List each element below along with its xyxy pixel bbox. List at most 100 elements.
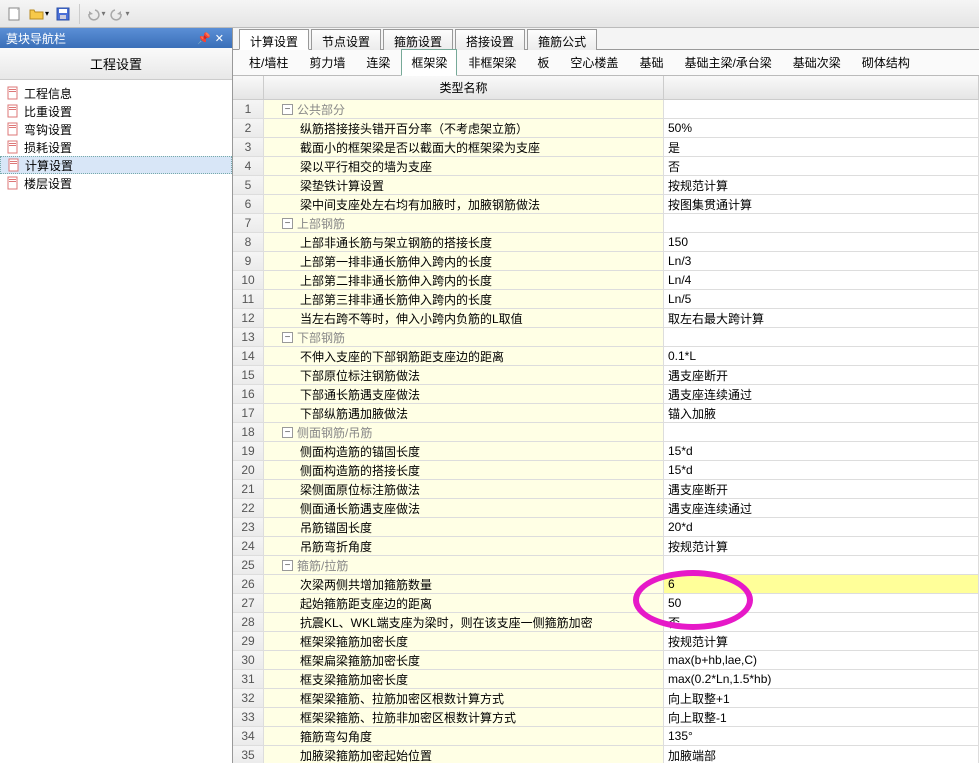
setting-value[interactable]: Ln/4	[664, 271, 979, 290]
table-row[interactable]: 17下部纵筋遇加腋做法锚入加腋	[233, 404, 979, 423]
table-row[interactable]: 33框架梁箍筋、拉筋非加密区根数计算方式向上取整-1	[233, 708, 979, 727]
table-row[interactable]: 28抗震KL、WKL端支座为梁时，则在该支座一侧箍筋加密否	[233, 613, 979, 632]
collapse-toggle[interactable]: −	[282, 104, 293, 115]
table-row[interactable]: 34箍筋弯勾角度135°	[233, 727, 979, 746]
new-button[interactable]	[4, 3, 26, 25]
table-row[interactable]: 30框架扁梁箍筋加密长度max(b+hb,lae,C)	[233, 651, 979, 670]
setting-value[interactable]: max(b+hb,lae,C)	[664, 651, 979, 670]
tab-secondary-0[interactable]: 柱/墙柱	[239, 49, 298, 76]
collapse-toggle[interactable]: −	[282, 218, 293, 229]
save-button[interactable]	[52, 3, 74, 25]
setting-value[interactable]: 50%	[664, 119, 979, 138]
setting-value[interactable]: 锚入加腋	[664, 404, 979, 423]
sidebar-item-3[interactable]: 损耗设置	[0, 138, 232, 156]
tab-primary-3[interactable]: 搭接设置	[455, 29, 525, 50]
setting-value[interactable]: 取左右最大跨计算	[664, 309, 979, 328]
table-row[interactable]: 32框架梁箍筋、拉筋加密区根数计算方式向上取整+1	[233, 689, 979, 708]
setting-value[interactable]: 遇支座断开	[664, 480, 979, 499]
table-row[interactable]: 29框架梁箍筋加密长度按规范计算	[233, 632, 979, 651]
table-row[interactable]: 35加腋梁箍筋加密起始位置加腋端部	[233, 746, 979, 763]
tab-secondary-2[interactable]: 连梁	[356, 49, 400, 76]
tab-secondary-4[interactable]: 非框架梁	[458, 49, 526, 76]
setting-value[interactable]: 是	[664, 138, 979, 157]
sidebar-item-1[interactable]: 比重设置	[0, 102, 232, 120]
table-row[interactable]: 7−上部钢筋	[233, 214, 979, 233]
table-row[interactable]: 8上部非通长筋与架立钢筋的搭接长度150	[233, 233, 979, 252]
table-row[interactable]: 3截面小的框架梁是否以截面大的框架梁为支座是	[233, 138, 979, 157]
setting-value[interactable]: 向上取整+1	[664, 689, 979, 708]
table-row[interactable]: 15下部原位标注钢筋做法遇支座断开	[233, 366, 979, 385]
table-row[interactable]: 9上部第一排非通长筋伸入跨内的长度Ln/3	[233, 252, 979, 271]
setting-value[interactable]	[664, 214, 979, 233]
setting-value[interactable]	[664, 423, 979, 442]
setting-value[interactable]: 按规范计算	[664, 176, 979, 195]
sidebar-item-2[interactable]: 弯钩设置	[0, 120, 232, 138]
collapse-toggle[interactable]: −	[282, 427, 293, 438]
table-row[interactable]: 31框支梁箍筋加密长度max(0.2*Ln,1.5*hb)	[233, 670, 979, 689]
setting-value[interactable]: 15*d	[664, 442, 979, 461]
table-row[interactable]: 18−侧面钢筋/吊筋	[233, 423, 979, 442]
table-row[interactable]: 1−公共部分	[233, 100, 979, 119]
tab-secondary-7[interactable]: 基础	[629, 49, 673, 76]
tab-secondary-5[interactable]: 板	[527, 49, 559, 76]
open-button[interactable]: ▾	[28, 3, 50, 25]
setting-value[interactable]: Ln/3	[664, 252, 979, 271]
close-icon[interactable]: ✕	[213, 32, 226, 45]
table-row[interactable]: 2纵筋搭接接头错开百分率（不考虑架立筋）50%	[233, 119, 979, 138]
pin-icon[interactable]: 📌	[195, 32, 213, 45]
setting-value[interactable]	[664, 556, 979, 575]
collapse-toggle[interactable]: −	[282, 560, 293, 571]
table-row[interactable]: 23吊筋锚固长度20*d	[233, 518, 979, 537]
setting-value[interactable]: 遇支座断开	[664, 366, 979, 385]
setting-value[interactable]: 遇支座连续通过	[664, 385, 979, 404]
setting-value[interactable]: 6	[664, 575, 979, 594]
setting-value[interactable]: 否	[664, 613, 979, 632]
setting-value[interactable]: 150	[664, 233, 979, 252]
setting-value[interactable]: 向上取整-1	[664, 708, 979, 727]
table-row[interactable]: 25−箍筋/拉筋	[233, 556, 979, 575]
table-row[interactable]: 11上部第三排非通长筋伸入跨内的长度Ln/5	[233, 290, 979, 309]
table-row[interactable]: 20侧面构造筋的搭接长度15*d	[233, 461, 979, 480]
table-row[interactable]: 16下部通长筋遇支座做法遇支座连续通过	[233, 385, 979, 404]
tab-secondary-8[interactable]: 基础主梁/承台梁	[674, 49, 781, 76]
setting-value[interactable]: 遇支座连续通过	[664, 499, 979, 518]
table-row[interactable]: 4梁以平行相交的墙为支座否	[233, 157, 979, 176]
tab-secondary-6[interactable]: 空心楼盖	[560, 49, 628, 76]
table-row[interactable]: 19侧面构造筋的锚固长度15*d	[233, 442, 979, 461]
setting-value[interactable]: 15*d	[664, 461, 979, 480]
setting-value[interactable]: Ln/5	[664, 290, 979, 309]
table-row[interactable]: 24吊筋弯折角度按规范计算	[233, 537, 979, 556]
setting-value[interactable]: 否	[664, 157, 979, 176]
setting-value[interactable]: 0.1*L	[664, 347, 979, 366]
table-row[interactable]: 10上部第二排非通长筋伸入跨内的长度Ln/4	[233, 271, 979, 290]
tab-primary-0[interactable]: 计算设置	[239, 29, 309, 50]
table-row[interactable]: 27起始箍筋距支座边的距离50	[233, 594, 979, 613]
sidebar-item-5[interactable]: 楼层设置	[0, 174, 232, 192]
table-row[interactable]: 13−下部钢筋	[233, 328, 979, 347]
setting-value[interactable]: 按规范计算	[664, 632, 979, 651]
setting-value[interactable]: 50	[664, 594, 979, 613]
sidebar-item-4[interactable]: 计算设置	[0, 156, 232, 174]
setting-value[interactable]: 按规范计算	[664, 537, 979, 556]
setting-value[interactable]: 20*d	[664, 518, 979, 537]
table-row[interactable]: 12当左右跨不等时，伸入小跨内负筋的L取值取左右最大跨计算	[233, 309, 979, 328]
tab-primary-1[interactable]: 节点设置	[311, 29, 381, 50]
table-row[interactable]: 6梁中间支座处左右均有加腋时，加腋钢筋做法按图集贯通计算	[233, 195, 979, 214]
setting-value[interactable]: 加腋端部	[664, 746, 979, 763]
setting-value[interactable]: 按图集贯通计算	[664, 195, 979, 214]
setting-value[interactable]	[664, 100, 979, 119]
tab-primary-2[interactable]: 箍筋设置	[383, 29, 453, 50]
tab-secondary-9[interactable]: 基础次梁	[783, 49, 851, 76]
redo-button[interactable]: ▾	[109, 3, 131, 25]
value-column-header[interactable]	[664, 76, 979, 100]
table-row[interactable]: 22侧面通长筋遇支座做法遇支座连续通过	[233, 499, 979, 518]
sidebar-item-0[interactable]: 工程信息	[0, 84, 232, 102]
setting-value[interactable]: 135°	[664, 727, 979, 746]
tab-secondary-1[interactable]: 剪力墙	[299, 49, 355, 76]
tab-secondary-10[interactable]: 砌体结构	[852, 49, 920, 76]
collapse-toggle[interactable]: −	[282, 332, 293, 343]
table-row[interactable]: 5梁垫铁计算设置按规范计算	[233, 176, 979, 195]
tab-primary-4[interactable]: 箍筋公式	[527, 29, 597, 50]
table-row[interactable]: 21梁侧面原位标注筋做法遇支座断开	[233, 480, 979, 499]
undo-button[interactable]: ▾	[85, 3, 107, 25]
